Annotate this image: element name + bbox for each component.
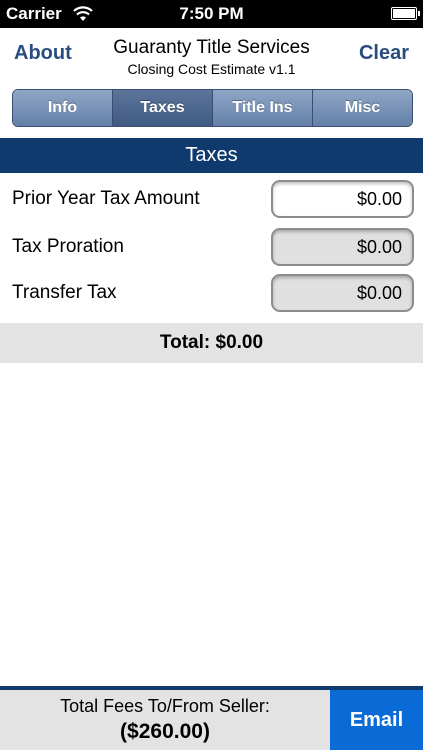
- total-fees-label: Total Fees To/From Seller:: [60, 696, 270, 716]
- tab-info[interactable]: Info: [13, 90, 113, 126]
- tax-proration-field: $0.00: [271, 228, 414, 266]
- tax-proration-label: Tax Proration: [12, 236, 124, 257]
- status-bar: Carrier 7:50 PM: [0, 0, 423, 28]
- tab-misc[interactable]: Misc: [313, 90, 412, 126]
- tab-title-ins[interactable]: Title Ins: [213, 90, 313, 126]
- prior-year-tax-label: Prior Year Tax Amount: [12, 188, 200, 209]
- email-button[interactable]: Email: [330, 690, 423, 750]
- battery-icon: [391, 7, 420, 20]
- transfer-tax-field: $0.00: [271, 274, 414, 312]
- tab-segmented-control: Info Taxes Title Ins Misc: [12, 89, 413, 127]
- total-fees-value: ($260.00): [120, 720, 210, 743]
- transfer-tax-label: Transfer Tax: [12, 282, 117, 303]
- tab-taxes[interactable]: Taxes: [113, 90, 213, 126]
- navigation-bar: Guaranty Title Services Closing Cost Est…: [0, 28, 423, 82]
- footer-summary: Total Fees To/From Seller: ($260.00): [0, 690, 330, 750]
- prior-year-tax-input[interactable]: [271, 180, 414, 218]
- clear-button[interactable]: Clear: [359, 42, 409, 65]
- status-time: 7:50 PM: [179, 4, 244, 23]
- about-button[interactable]: About: [14, 42, 72, 65]
- section-header: Taxes: [0, 138, 423, 173]
- taxes-total: Total: $0.00: [0, 323, 423, 363]
